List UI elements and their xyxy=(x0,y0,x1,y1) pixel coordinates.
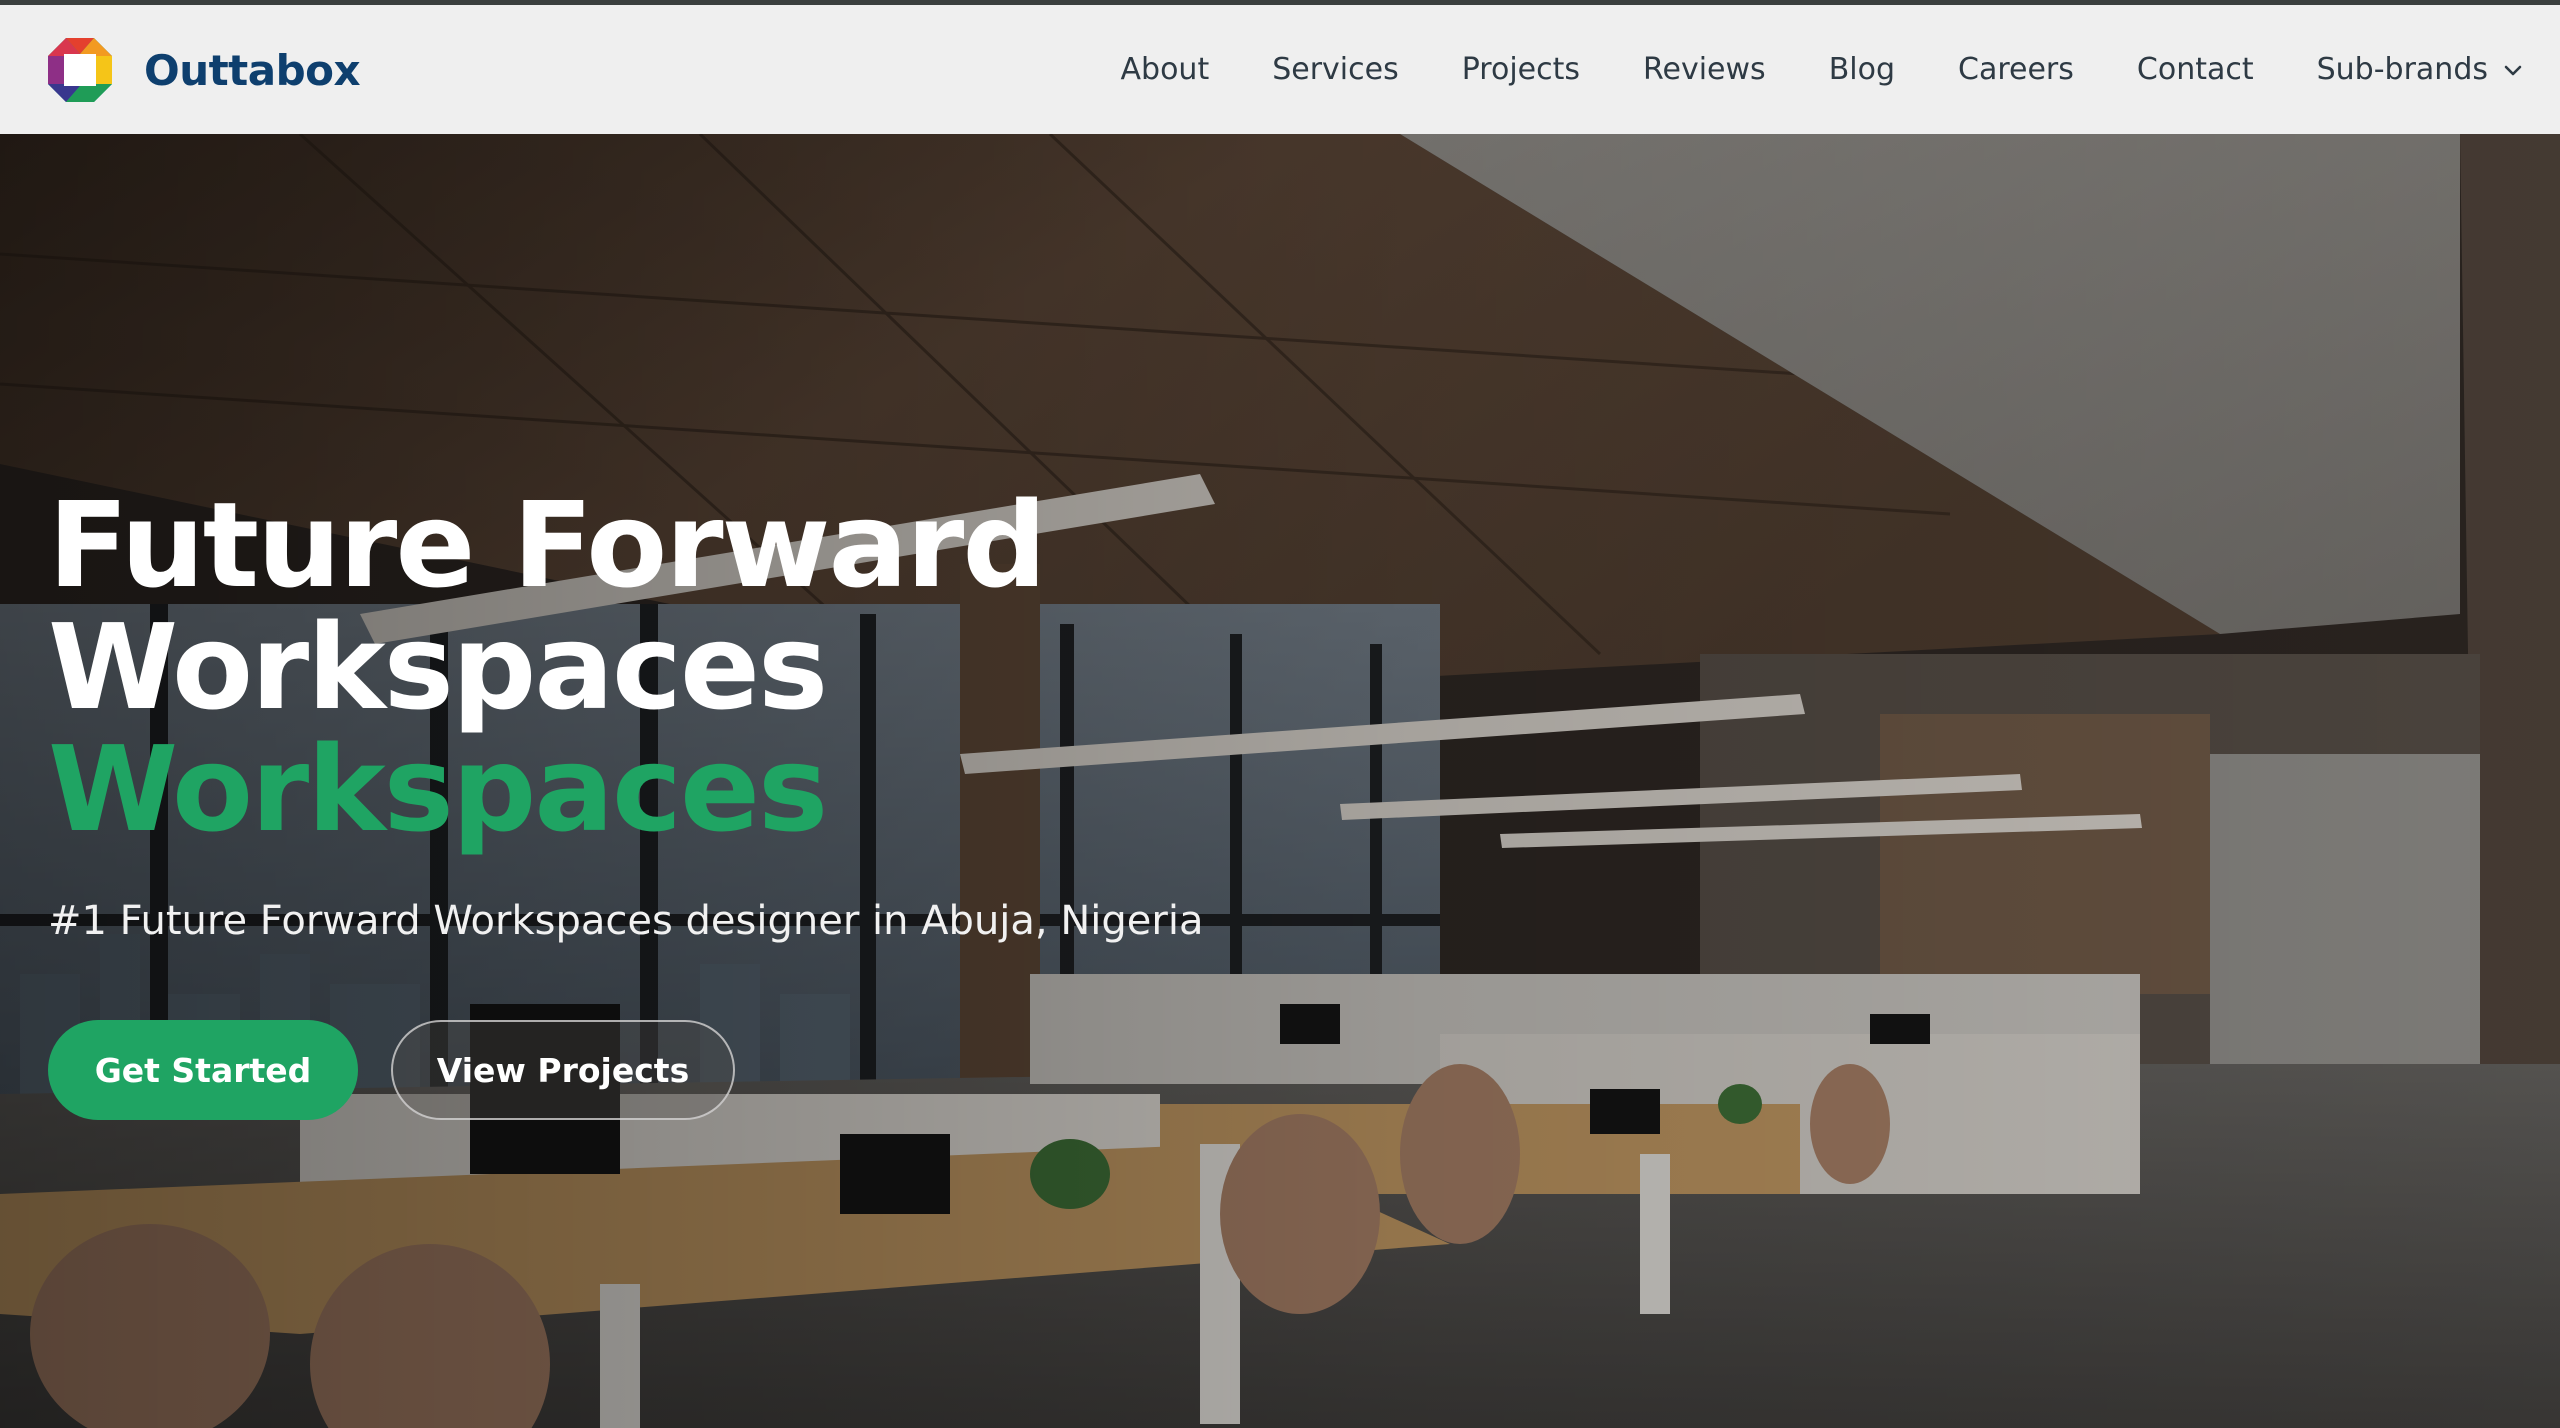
nav-sub-brands-dropdown[interactable]: Sub-brands xyxy=(2317,52,2524,87)
hero-headline: Future Forward Workspaces Workspaces xyxy=(48,476,1047,858)
nav-contact[interactable]: Contact xyxy=(2137,52,2254,87)
site-header: Outtabox About Services Projects Reviews… xyxy=(0,0,2560,134)
chevron-down-icon xyxy=(2504,65,2522,75)
brand-home-link[interactable]: Outtabox xyxy=(46,35,361,105)
nav-services[interactable]: Services xyxy=(1272,52,1399,87)
hero-subtitle: #1 Future Forward Workspaces designer in… xyxy=(48,898,1204,944)
hero-section: Future Forward Workspaces Workspaces #1 … xyxy=(0,134,2560,1428)
brand-name: Outtabox xyxy=(144,45,361,95)
headline-line-3-accent: Workspaces xyxy=(48,720,828,858)
view-projects-button[interactable]: View Projects xyxy=(391,1020,735,1120)
octagon-cube-logo-icon xyxy=(48,38,112,102)
nav-careers[interactable]: Careers xyxy=(1958,52,2074,87)
nav-projects[interactable]: Projects xyxy=(1462,52,1580,87)
main-nav: About Services Projects Reviews Blog Car… xyxy=(1058,5,2524,134)
get-started-button[interactable]: Get Started xyxy=(48,1020,358,1120)
headline-line-1: Future Forward xyxy=(48,476,1047,614)
nav-about[interactable]: About xyxy=(1121,52,1210,87)
hero-content: Future Forward Workspaces Workspaces #1 … xyxy=(48,134,1448,1428)
nav-reviews[interactable]: Reviews xyxy=(1643,52,1766,87)
nav-blog[interactable]: Blog xyxy=(1829,52,1895,87)
nav-sub-brands-label: Sub-brands xyxy=(2316,52,2488,87)
headline-line-2: Workspaces xyxy=(48,598,828,736)
